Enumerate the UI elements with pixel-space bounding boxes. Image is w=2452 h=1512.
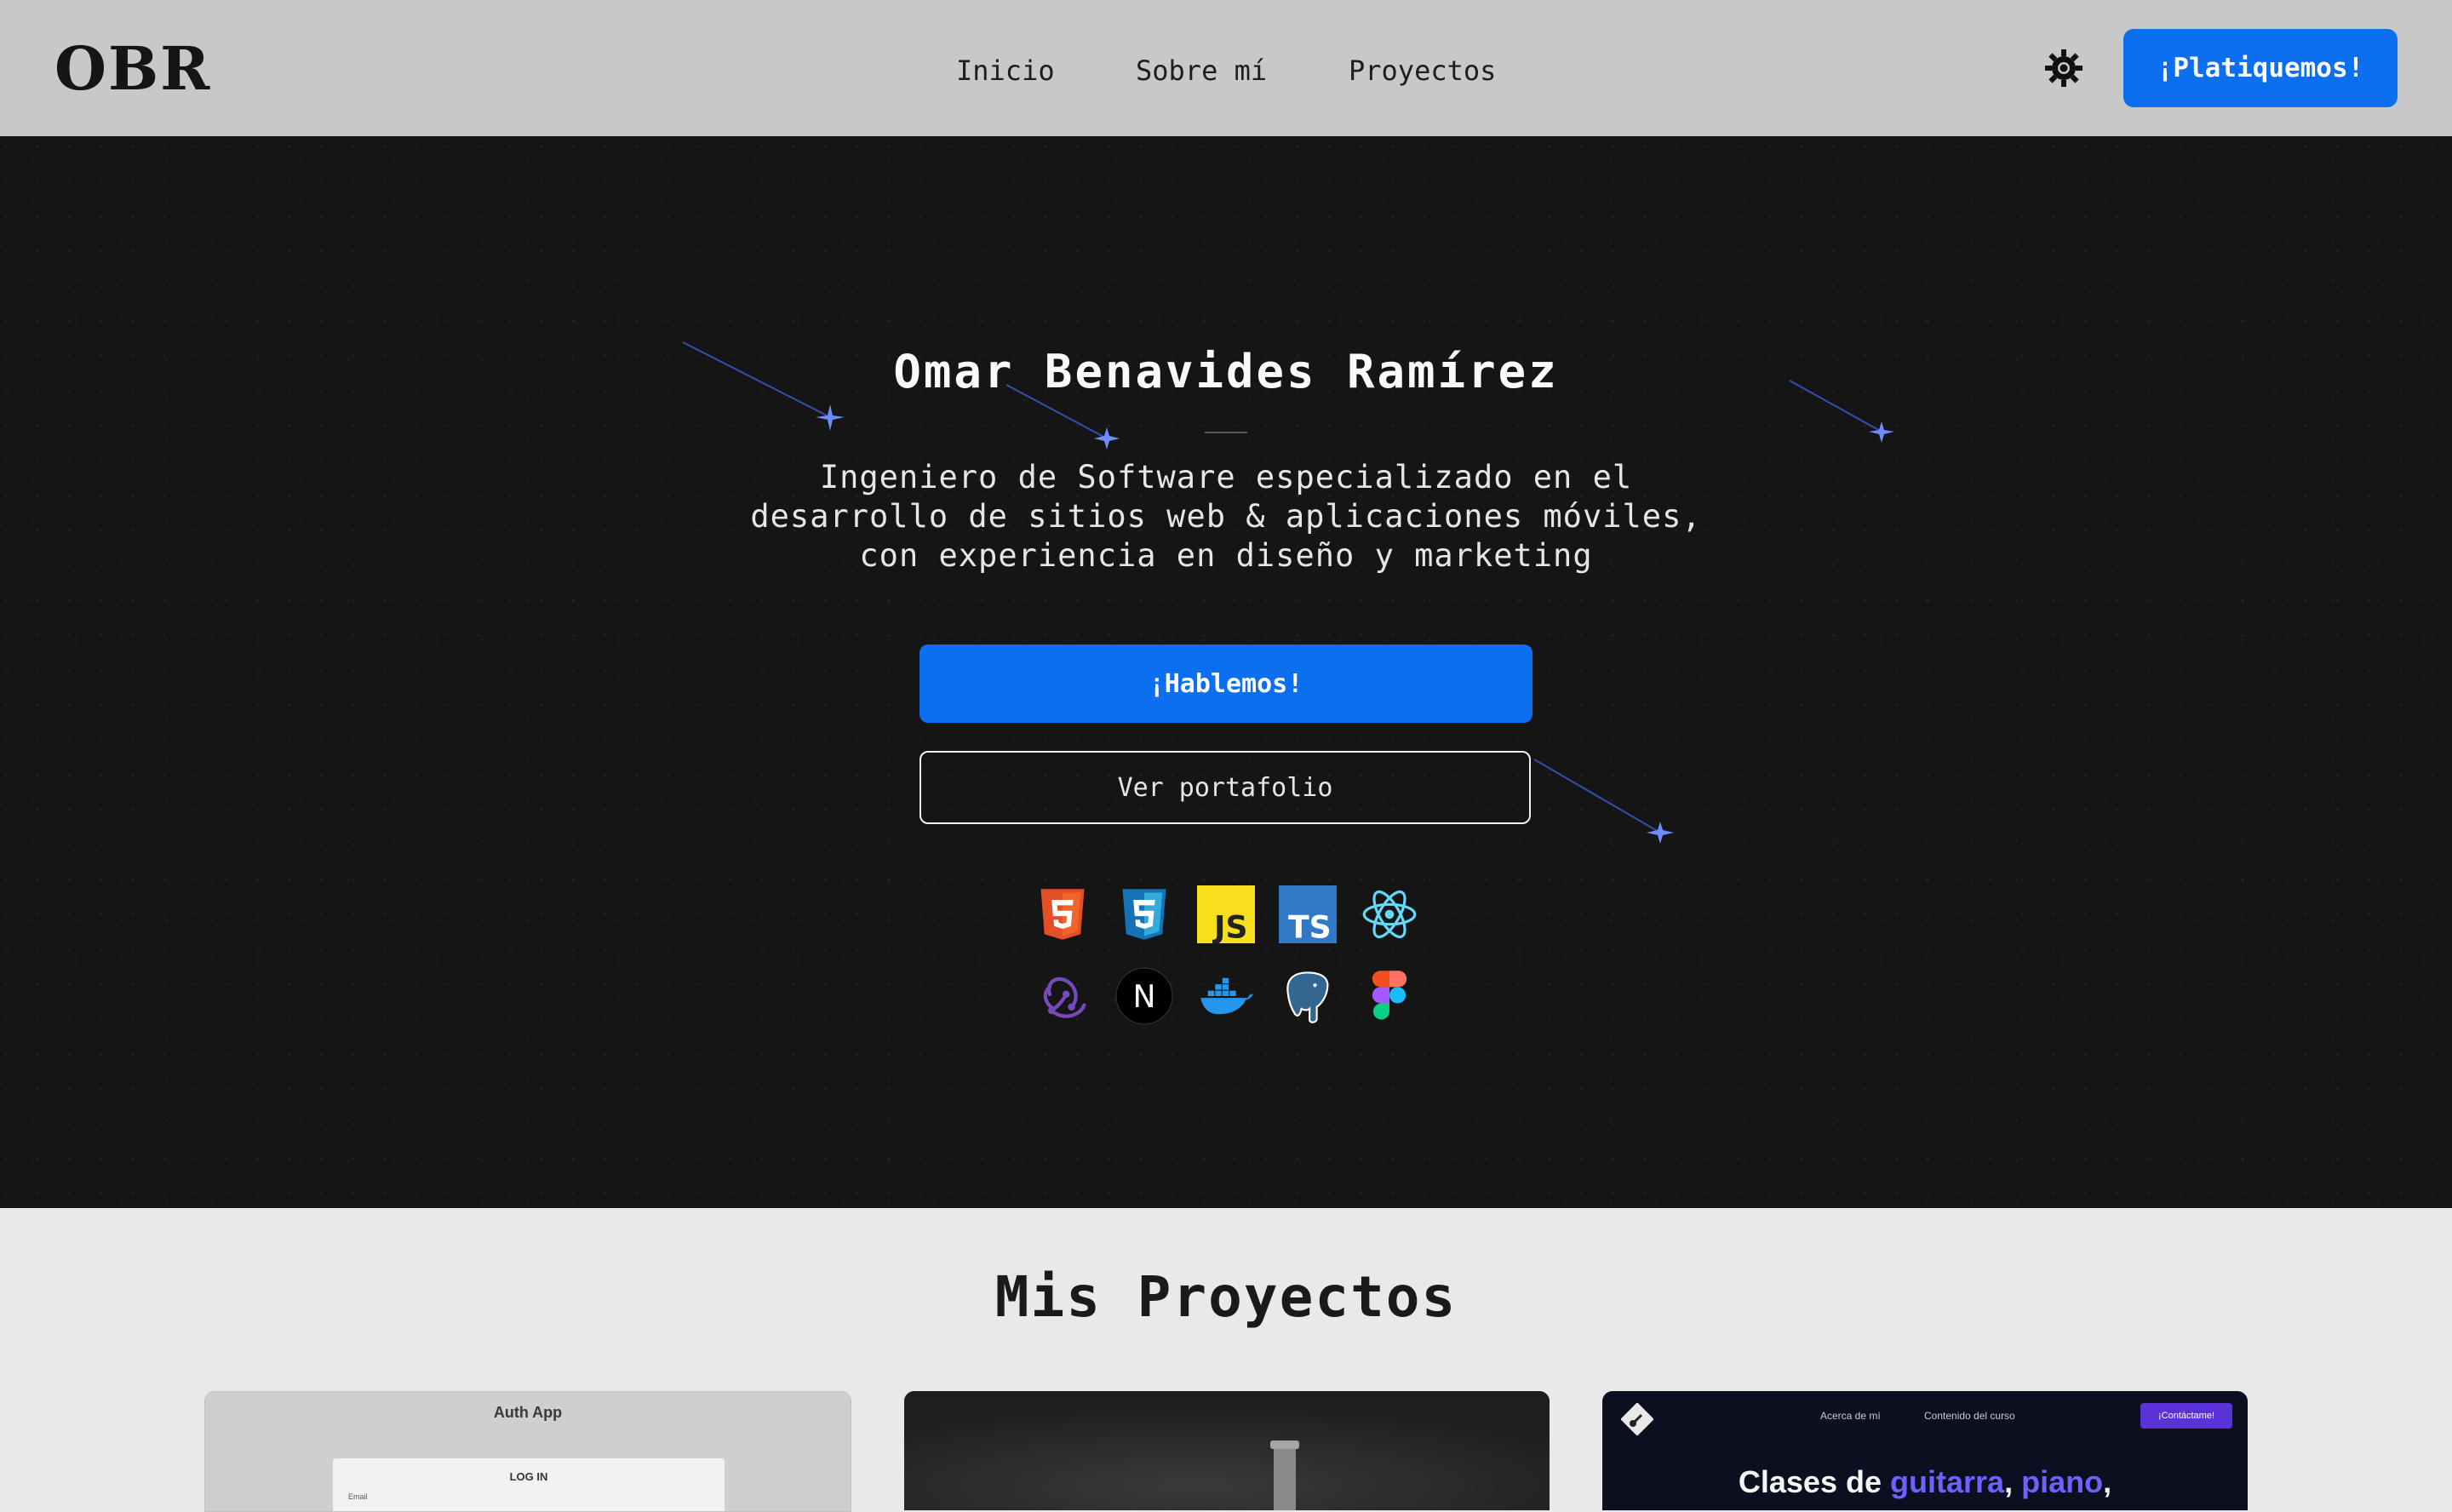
- theme-toggle-icon[interactable]: [2043, 48, 2084, 89]
- postgresql-icon: [1286, 971, 1329, 1023]
- nav-item-proyectos[interactable]: Proyectos: [1349, 49, 1496, 92]
- hablemos-button[interactable]: ¡Hablemos!: [920, 644, 1532, 723]
- hero-title: Omar Benavides Ramírez: [893, 345, 1559, 398]
- login-heading: LOG IN: [509, 1470, 548, 1483]
- projects-title: Mis Proyectos: [994, 1264, 1458, 1330]
- ver-portafolio-button[interactable]: Ver portafolio: [920, 751, 1531, 824]
- platiquemos-button[interactable]: ¡Platiquemos!: [2123, 29, 2398, 107]
- svg-text:JS: JS: [1212, 909, 1247, 943]
- card-title: Auth App: [493, 1404, 563, 1421]
- svg-text:N: N: [1132, 978, 1155, 1015]
- shooting-star-icon: [1533, 759, 1674, 844]
- nav-item-inicio[interactable]: Inicio: [956, 49, 1055, 92]
- react-icon: [1362, 890, 1417, 939]
- hero-section: Omar Benavides Ramírez Ingeniero de Soft…: [0, 136, 2452, 1208]
- hero-description: Ingeniero de Software especializado en e…: [750, 459, 1702, 574]
- project-card-2[interactable]: [904, 1391, 1550, 1510]
- redux-icon: [1043, 976, 1086, 1018]
- project-card-auth-app[interactable]: Auth App LOG IN Email: [204, 1391, 851, 1512]
- docker-icon: [1200, 977, 1253, 1015]
- card-heading: Clases de guitarra, piano,: [1738, 1464, 2112, 1499]
- nextjs-icon: N: [1115, 967, 1173, 1025]
- project-preview-image: [904, 1391, 1550, 1510]
- svg-text:TS: TS: [1288, 909, 1332, 943]
- css3-icon: [1122, 889, 1166, 940]
- project-card-music-classes[interactable]: Acerca de mí Contenido del curso ¡Contác…: [1602, 1391, 2248, 1510]
- main-nav: Inicio Sobre mí Proyectos: [0, 49, 2452, 92]
- card-nav-about: Acerca de mí: [1820, 1410, 1881, 1422]
- figma-icon: [1372, 971, 1407, 1020]
- html5-icon: [1040, 889, 1085, 940]
- site-header: OBR Inicio Sobre mí Proyectos ¡Platiquem…: [0, 0, 2452, 137]
- nav-item-sobre-mi[interactable]: Sobre mí: [1136, 49, 1267, 92]
- login-box: LOG IN Email: [333, 1458, 725, 1511]
- card-nav-course: Contenido del curso: [1924, 1410, 2015, 1422]
- divider: [1205, 432, 1247, 433]
- guitar-logo-icon: [1621, 1403, 1653, 1435]
- card-contact-button: ¡Contáctame!: [2140, 1403, 2232, 1429]
- typescript-icon: TS: [1279, 885, 1337, 943]
- javascript-icon: JS: [1197, 885, 1255, 943]
